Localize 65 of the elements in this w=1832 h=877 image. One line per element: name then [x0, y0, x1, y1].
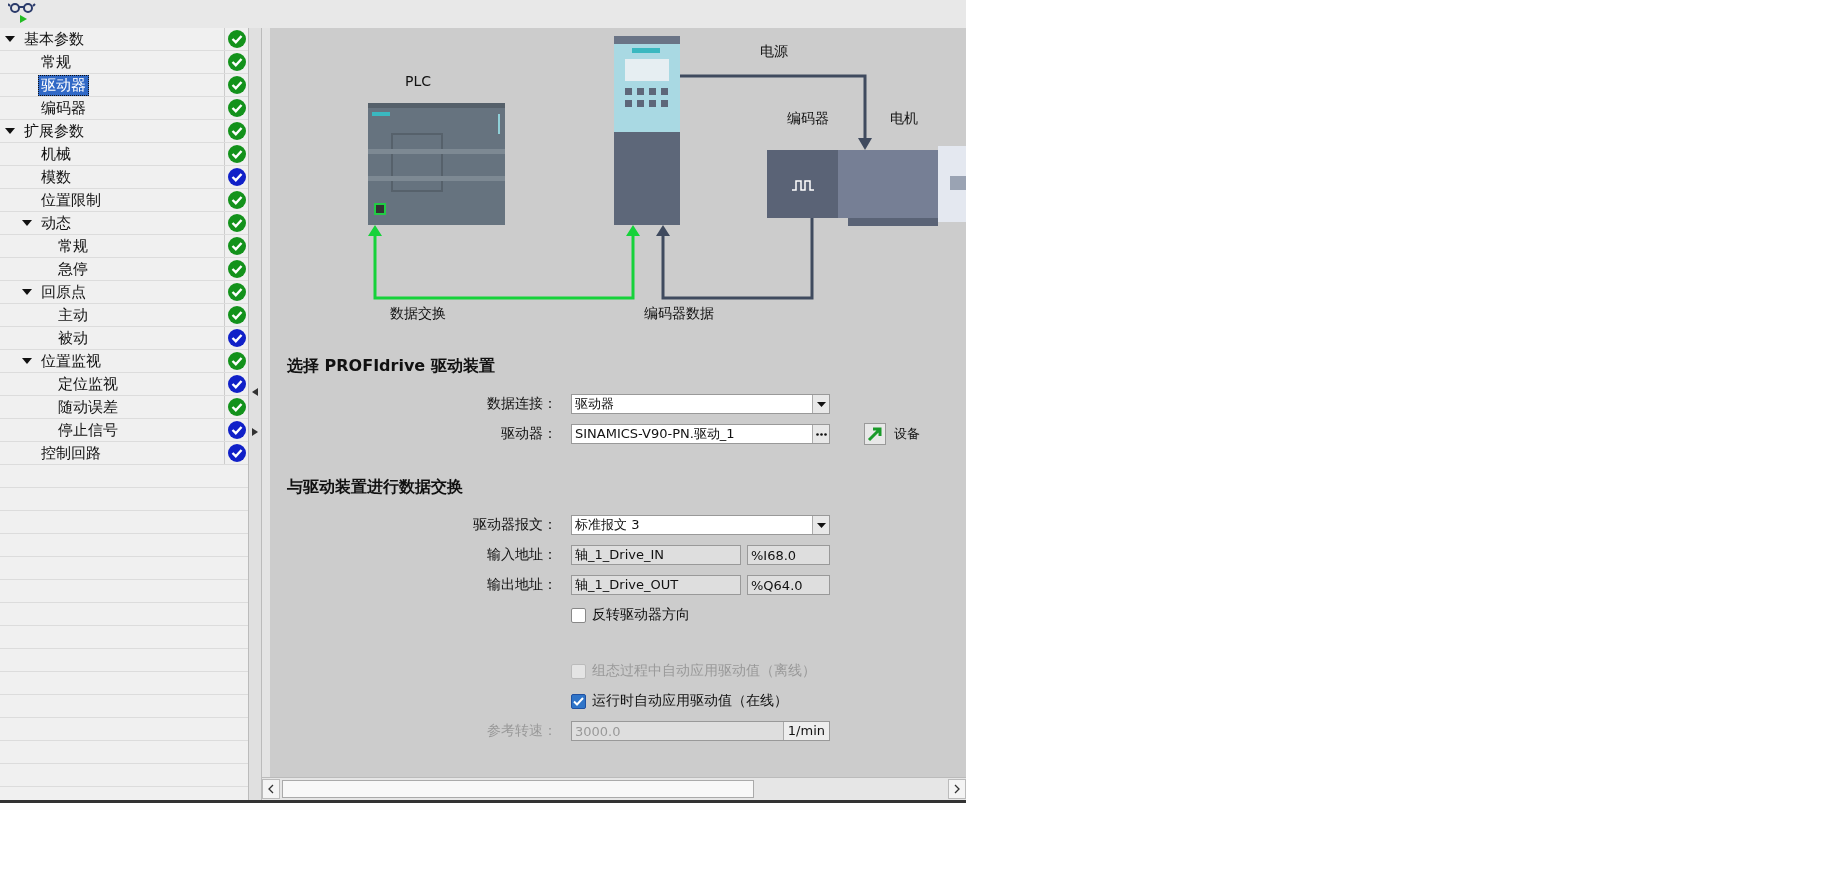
expand-triangle-icon[interactable] [5, 36, 15, 42]
tree-item[interactable]: 驱动器 [38, 74, 89, 96]
address-field: %I68.0 [747, 545, 830, 565]
dropdown-field[interactable]: 驱动器 [571, 394, 830, 414]
field-label: 输出地址： [487, 576, 557, 594]
motor-label: 电机 [890, 110, 918, 126]
checkbox[interactable] [571, 607, 586, 623]
tree-item[interactable]: 随动误差 [55, 396, 121, 418]
unit-label: 1/min [782, 722, 829, 740]
device-link[interactable]: 设备 [894, 425, 920, 443]
tree-item[interactable]: 位置限制 [38, 189, 104, 211]
tree-item[interactable]: 扩展参数 [21, 120, 87, 142]
tree-item[interactable]: 常规 [38, 51, 74, 73]
tree-item[interactable]: 基本参数 [21, 28, 87, 50]
section-heading: 选择 PROFIdrive 驱动装置 [287, 356, 496, 377]
encoder-data-label: 编码器数据 [644, 305, 714, 321]
browse-button[interactable] [812, 425, 829, 443]
tree-item[interactable]: 位置监视 [38, 350, 104, 372]
tree-item[interactable]: 动态 [38, 212, 74, 234]
symbol-field: 轴_1_Drive_OUT [571, 575, 741, 595]
chevron-right-icon [954, 784, 960, 794]
chevron-left-icon [268, 784, 274, 794]
dropdown-button[interactable] [812, 516, 829, 534]
scroll-left-button[interactable] [262, 779, 280, 799]
tree-item[interactable]: 定位监视 [55, 373, 121, 395]
caret-icon [816, 401, 826, 407]
tree-item[interactable]: 常规 [55, 235, 91, 257]
tree-item[interactable]: 回原点 [38, 281, 89, 303]
ellipsis-icon [815, 432, 827, 436]
tree-item[interactable]: 主动 [55, 304, 91, 326]
field-label: 输入地址： [487, 546, 557, 564]
tree-item[interactable]: 编码器 [38, 97, 89, 119]
tree-item[interactable]: 急停 [55, 258, 91, 280]
drive-field[interactable]: SINAMICS-V90-PN.驱动_1 [571, 424, 830, 444]
power-label: 电源 [760, 43, 788, 59]
scrollbar-thumb[interactable] [282, 780, 754, 798]
encoder-label: 编码器 [787, 110, 829, 126]
tree-item[interactable]: 停止信号 [55, 419, 121, 441]
expand-right-icon[interactable] [252, 428, 258, 436]
expand-triangle-icon[interactable] [22, 289, 32, 295]
tree-item[interactable]: 被动 [55, 327, 91, 349]
dropdown-button[interactable] [812, 395, 829, 413]
address-field: %Q64.0 [747, 575, 830, 595]
field-label: 数据连接： [487, 395, 557, 413]
scroll-right-button[interactable] [948, 779, 966, 799]
checkbox[interactable] [571, 693, 586, 709]
data-exchange-label: 数据交换 [390, 305, 446, 321]
encoder-device [767, 150, 838, 218]
caret-icon [816, 522, 826, 528]
glasses-icon[interactable] [8, 3, 36, 13]
symbol-field: 轴_1_Drive_IN [571, 545, 741, 565]
dropdown-field[interactable]: 标准报文 3 [571, 515, 830, 535]
tree-item[interactable]: 模数 [38, 166, 74, 188]
expand-triangle-icon[interactable] [22, 358, 32, 364]
expand-triangle-icon[interactable] [5, 128, 15, 134]
tree-item[interactable]: 机械 [38, 143, 74, 165]
section-heading: 与驱动装置进行数据交换 [287, 477, 464, 498]
plc-label: PLC [405, 73, 431, 89]
checkbox-label: 运行时自动应用驱动值（在线） [592, 692, 788, 710]
field-label: 驱动器： [501, 425, 557, 443]
collapse-left-icon[interactable] [252, 388, 258, 396]
expand-triangle-icon[interactable] [22, 220, 32, 226]
tree-item[interactable]: 控制回路 [38, 442, 104, 464]
field-label: 驱动器报文： [473, 516, 557, 534]
checkbox-label: 反转驱动器方向 [592, 606, 690, 624]
